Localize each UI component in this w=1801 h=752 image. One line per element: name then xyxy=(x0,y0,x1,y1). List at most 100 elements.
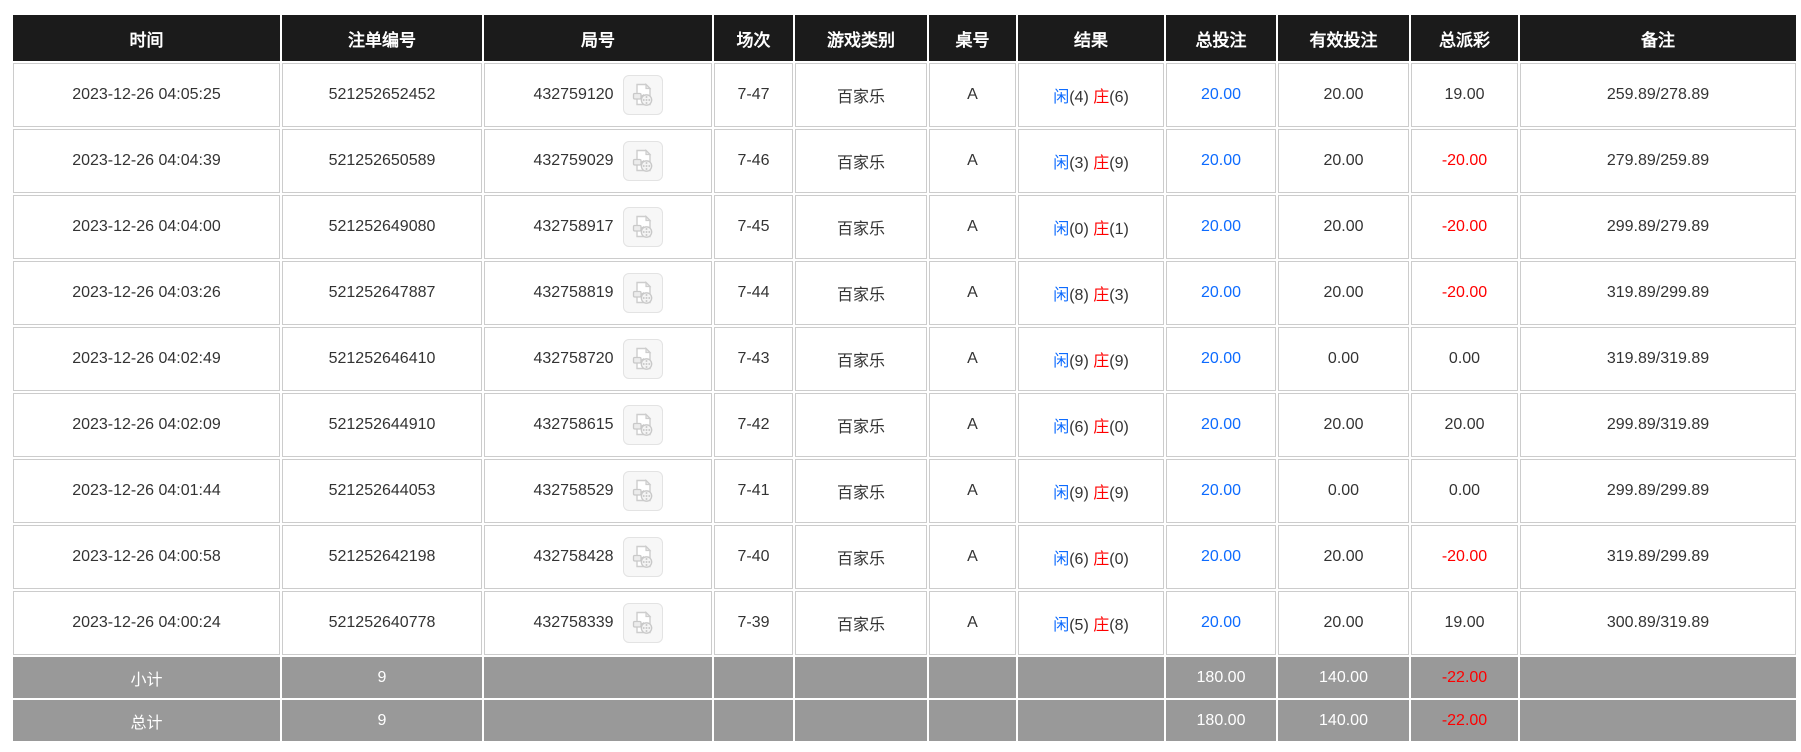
summary-count: 9 xyxy=(282,700,482,741)
cell-game-type: 百家乐 xyxy=(795,393,927,457)
cell-payout: 19.00 xyxy=(1411,63,1518,127)
cell-result: 闲(0) 庄(1) xyxy=(1018,195,1164,259)
video-replay-icon xyxy=(629,345,657,373)
bet-records-table: 时间 注单编号 局号 场次 游戏类别 桌号 结果 总投注 有效投注 总派彩 备注 2023-12-2… xyxy=(11,13,1798,743)
video-replay-button[interactable] xyxy=(622,537,663,577)
player-points: (6) xyxy=(1069,551,1094,568)
cell-round-id: 432758339 xyxy=(484,591,712,655)
cell-time: 2023-12-26 04:04:00 xyxy=(13,195,280,259)
cell-time: 2023-12-26 04:05:25 xyxy=(13,63,280,127)
banker-label: 庄 xyxy=(1093,353,1110,370)
summary-session-empty xyxy=(714,700,793,741)
round-id-text: 432758428 xyxy=(533,548,614,565)
total-bet-link[interactable]: 20.00 xyxy=(1201,548,1241,565)
cell-round-id: 432759029 xyxy=(484,129,712,193)
video-replay-button[interactable] xyxy=(622,405,663,445)
cell-valid-bet: 0.00 xyxy=(1278,459,1409,523)
table-row: 2023-12-26 04:00:58 521252642198 4327584… xyxy=(13,525,1796,589)
cell-round-id: 432758819 xyxy=(484,261,712,325)
video-replay-icon xyxy=(629,609,657,637)
banker-label: 庄 xyxy=(1093,287,1110,304)
cell-table-no: A xyxy=(929,459,1016,523)
player-label: 闲 xyxy=(1053,353,1070,370)
cell-result: 闲(3) 庄(9) xyxy=(1018,129,1164,193)
player-label: 闲 xyxy=(1053,551,1070,568)
total-bet-link[interactable]: 20.00 xyxy=(1201,416,1241,433)
player-label: 闲 xyxy=(1053,155,1070,172)
total-bet-link[interactable]: 20.00 xyxy=(1201,86,1241,103)
video-replay-button[interactable] xyxy=(622,471,663,511)
player-points: (6) xyxy=(1069,419,1094,436)
player-points: (3) xyxy=(1069,155,1094,172)
cell-session: 7-45 xyxy=(714,195,793,259)
cell-result: 闲(5) 庄(8) xyxy=(1018,591,1164,655)
summary-row: 小计 9 180.00 140.00 -22.00 xyxy=(13,657,1796,698)
summary-total-bet: 180.00 xyxy=(1166,700,1276,741)
video-replay-button[interactable] xyxy=(622,339,663,379)
banker-label: 庄 xyxy=(1093,485,1110,502)
cell-time: 2023-12-26 04:03:26 xyxy=(13,261,280,325)
cell-bet-id: 521252640778 xyxy=(282,591,482,655)
cell-round-id: 432758615 xyxy=(484,393,712,457)
player-label: 闲 xyxy=(1053,221,1070,238)
table-row: 2023-12-26 04:02:49 521252646410 4327587… xyxy=(13,327,1796,391)
table-row: 2023-12-26 04:04:00 521252649080 4327589… xyxy=(13,195,1796,259)
cell-payout: -20.00 xyxy=(1411,261,1518,325)
cell-remark: 299.89/279.89 xyxy=(1520,195,1796,259)
column-header-total_bet: 总投注 xyxy=(1166,15,1276,61)
cell-bet-id: 521252642198 xyxy=(282,525,482,589)
cell-bet-id: 521252652452 xyxy=(282,63,482,127)
video-replay-button[interactable] xyxy=(622,75,663,115)
total-bet-link[interactable]: 20.00 xyxy=(1201,218,1241,235)
player-points: (9) xyxy=(1069,485,1094,502)
summary-round-empty xyxy=(484,700,712,741)
cell-round-id: 432758720 xyxy=(484,327,712,391)
cell-session: 7-42 xyxy=(714,393,793,457)
banker-label: 庄 xyxy=(1093,551,1110,568)
player-points: (9) xyxy=(1069,353,1094,370)
cell-game-type: 百家乐 xyxy=(795,525,927,589)
cell-table-no: A xyxy=(929,261,1016,325)
cell-table-no: A xyxy=(929,129,1016,193)
column-header-round_id: 局号 xyxy=(484,15,712,61)
cell-remark: 259.89/278.89 xyxy=(1520,63,1796,127)
summary-total-bet: 180.00 xyxy=(1166,657,1276,698)
video-replay-button[interactable] xyxy=(622,603,663,643)
player-points: (5) xyxy=(1069,617,1094,634)
table-row: 2023-12-26 04:02:09 521252644910 4327586… xyxy=(13,393,1796,457)
cell-result: 闲(6) 庄(0) xyxy=(1018,525,1164,589)
video-replay-icon xyxy=(629,477,657,505)
summary-payout: -22.00 xyxy=(1411,657,1518,698)
column-header-session: 场次 xyxy=(714,15,793,61)
cell-valid-bet: 20.00 xyxy=(1278,129,1409,193)
cell-valid-bet: 20.00 xyxy=(1278,195,1409,259)
video-replay-icon xyxy=(629,411,657,439)
cell-round-id: 432759120 xyxy=(484,63,712,127)
summary-payout: -22.00 xyxy=(1411,700,1518,741)
cell-valid-bet: 20.00 xyxy=(1278,63,1409,127)
summary-remark-empty xyxy=(1520,700,1796,741)
cell-valid-bet: 20.00 xyxy=(1278,393,1409,457)
video-replay-button[interactable] xyxy=(622,273,663,313)
cell-time: 2023-12-26 04:02:49 xyxy=(13,327,280,391)
round-id-text: 432758720 xyxy=(533,350,614,367)
round-id-text: 432758917 xyxy=(533,218,614,235)
total-bet-link[interactable]: 20.00 xyxy=(1201,482,1241,499)
player-label: 闲 xyxy=(1053,89,1070,106)
total-bet-link[interactable]: 20.00 xyxy=(1201,350,1241,367)
cell-game-type: 百家乐 xyxy=(795,261,927,325)
player-label: 闲 xyxy=(1053,617,1070,634)
video-replay-button[interactable] xyxy=(622,207,663,247)
cell-total-bet: 20.00 xyxy=(1166,459,1276,523)
total-bet-link[interactable]: 20.00 xyxy=(1201,284,1241,301)
video-replay-button[interactable] xyxy=(622,141,663,181)
player-points: (4) xyxy=(1069,89,1094,106)
total-bet-link[interactable]: 20.00 xyxy=(1201,614,1241,631)
summary-round-empty xyxy=(484,657,712,698)
total-bet-link[interactable]: 20.00 xyxy=(1201,152,1241,169)
column-header-bet_id: 注单编号 xyxy=(282,15,482,61)
cell-session: 7-41 xyxy=(714,459,793,523)
round-id-text: 432758819 xyxy=(533,284,614,301)
column-header-remark: 备注 xyxy=(1520,15,1796,61)
cell-remark: 299.89/319.89 xyxy=(1520,393,1796,457)
